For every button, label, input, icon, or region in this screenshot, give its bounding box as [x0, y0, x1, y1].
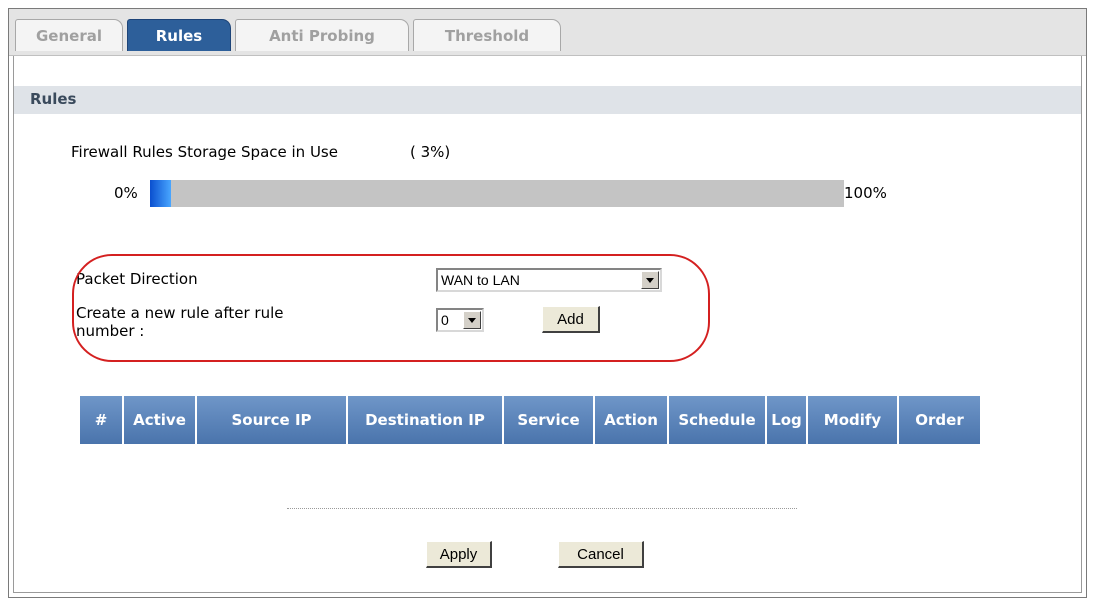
section-header: Rules: [14, 86, 1081, 114]
storage-max-label: 100%: [844, 184, 887, 202]
tab-strip: General Rules Anti Probing Threshold: [9, 9, 1086, 56]
column-header-active: Active: [124, 396, 195, 444]
tab-threshold[interactable]: Threshold: [413, 19, 561, 51]
column-header-order: Order: [899, 396, 980, 444]
chevron-down-icon[interactable]: [641, 271, 659, 289]
cancel-button[interactable]: Cancel: [558, 541, 644, 568]
add-button[interactable]: Add: [542, 306, 600, 333]
tab-anti-probing[interactable]: Anti Probing: [235, 19, 409, 51]
rule-number-value: 0: [441, 312, 449, 328]
packet-direction-value: WAN to LAN: [441, 272, 520, 288]
table-divider: [287, 508, 797, 509]
column-header-number: #: [80, 396, 122, 444]
storage-min-label: 0%: [114, 184, 138, 202]
column-header-source-ip: Source IP: [197, 396, 346, 444]
column-header-modify: Modify: [808, 396, 897, 444]
column-header-destination-ip: Destination IP: [348, 396, 502, 444]
storage-progress-fill: [150, 180, 171, 207]
storage-progress-bar: [150, 180, 844, 207]
rules-table-header: # Active Source IP Destination IP Servic…: [80, 396, 982, 444]
chevron-down-icon[interactable]: [463, 311, 481, 329]
rules-panel: Rules Firewall Rules Storage Space in Us…: [13, 56, 1082, 593]
tab-rules[interactable]: Rules: [127, 19, 231, 51]
column-header-action: Action: [595, 396, 667, 444]
storage-percent: ( 3%): [410, 143, 451, 161]
storage-label: Firewall Rules Storage Space in Use: [71, 143, 338, 161]
column-header-schedule: Schedule: [669, 396, 765, 444]
firewall-config-window: General Rules Anti Probing Threshold Rul…: [8, 8, 1087, 598]
column-header-log: Log: [767, 396, 806, 444]
tab-general[interactable]: General: [15, 19, 123, 51]
new-rule-label-line2: number :: [76, 322, 145, 340]
packet-direction-select[interactable]: WAN to LAN: [436, 268, 662, 292]
rule-number-select[interactable]: 0: [436, 308, 484, 332]
packet-direction-label: Packet Direction: [76, 270, 198, 288]
column-header-service: Service: [504, 396, 593, 444]
new-rule-label-line1: Create a new rule after rule: [76, 304, 284, 322]
apply-button[interactable]: Apply: [426, 541, 492, 568]
section-title: Rules: [30, 90, 77, 108]
